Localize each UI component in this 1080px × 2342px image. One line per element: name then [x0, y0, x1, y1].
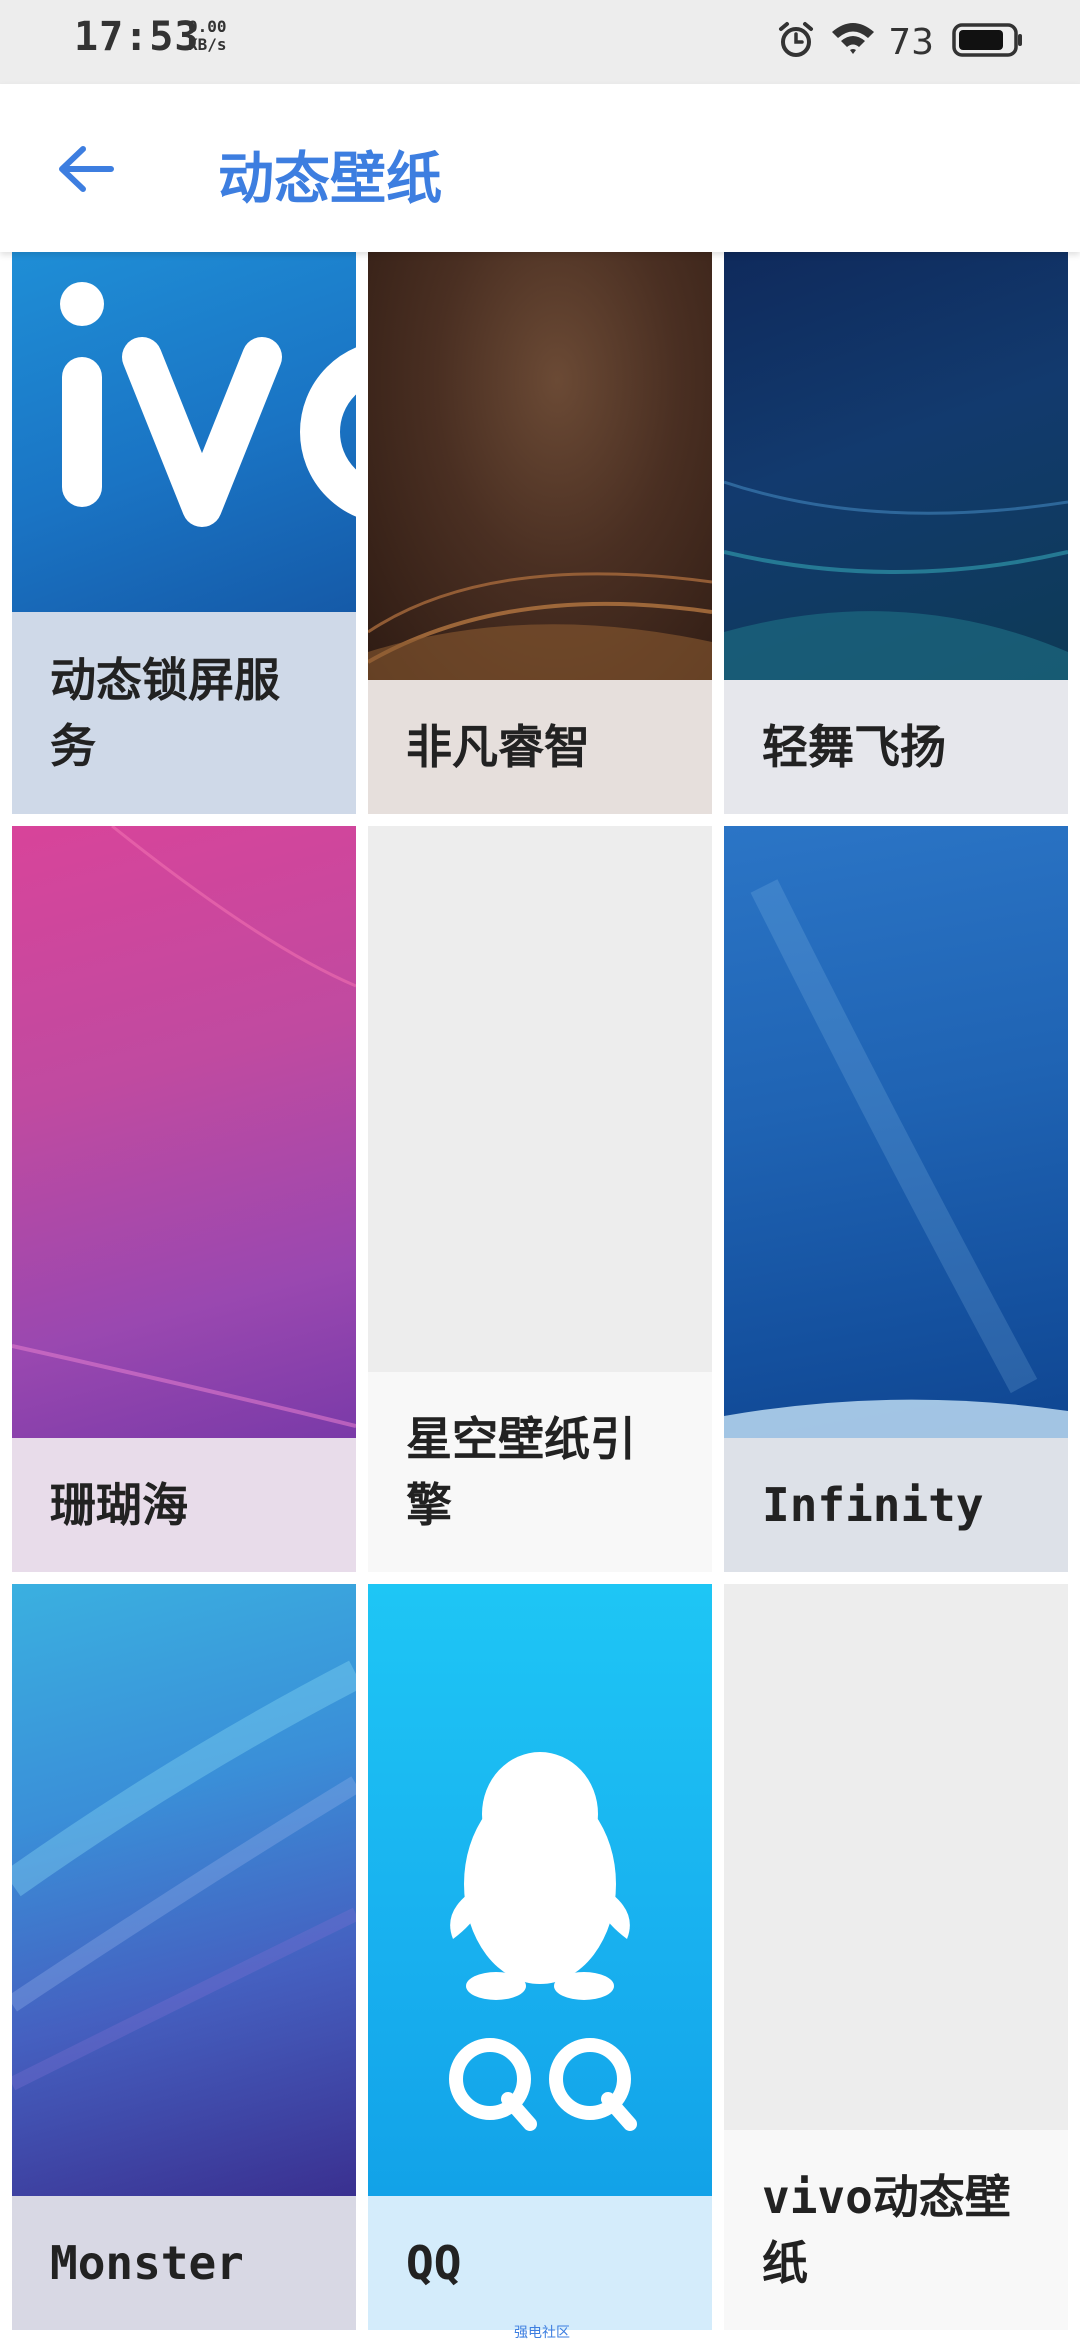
wallpaper-tile[interactable]: Infinity	[724, 826, 1068, 1572]
status-icons: 73	[776, 18, 1024, 66]
wallpaper-name: Monster	[12, 2196, 356, 2330]
wifi-icon	[830, 20, 876, 64]
network-speed-value: 0.00	[188, 17, 227, 36]
battery-icon	[952, 22, 1024, 62]
page-title: 动态壁纸	[218, 147, 442, 212]
wallpaper-name: vivo动态壁纸	[724, 2130, 1068, 2330]
wallpaper-thumbnail	[724, 826, 1068, 1438]
wallpaper-thumbnail	[724, 1584, 1068, 2130]
wallpaper-thumbnail	[368, 252, 712, 680]
wallpaper-tile[interactable]: 星空壁纸引擎	[368, 826, 712, 1572]
wallpaper-name: QQ	[368, 2196, 712, 2330]
back-button[interactable]	[50, 136, 120, 206]
alarm-icon	[776, 20, 816, 64]
wallpaper-thumbnail	[12, 252, 356, 612]
network-speed-unit: KB/s	[188, 35, 227, 54]
battery-percent: 73	[888, 21, 934, 63]
wallpaper-tile[interactable]: 非凡睿智	[368, 252, 712, 814]
wallpaper-name: Infinity	[724, 1438, 1068, 1572]
watermark: 强电社区	[514, 2325, 570, 2341]
wallpaper-tile[interactable]: 珊瑚海	[12, 826, 356, 1572]
wallpaper-thumbnail	[12, 826, 356, 1438]
wallpaper-thumbnail	[724, 252, 1068, 680]
wallpaper-name: 轻舞飞扬	[724, 680, 1068, 814]
network-speed: 0.00 KB/s	[188, 18, 227, 54]
wallpaper-tile[interactable]: Monster	[12, 1584, 356, 2330]
arrow-left-icon	[55, 144, 115, 198]
wallpaper-thumbnail	[368, 826, 712, 1372]
wallpaper-thumbnail	[368, 1584, 712, 2196]
app-header: 动态壁纸	[0, 84, 1080, 252]
qq-penguin-icon	[449, 1752, 637, 2131]
wallpaper-tile[interactable]: QQ	[368, 1584, 712, 2330]
wallpaper-thumbnail	[12, 1584, 356, 2196]
wallpaper-name: 动态锁屏服务	[12, 612, 356, 814]
status-bar: 17:53 0.00 KB/s 73	[0, 0, 1080, 84]
wallpaper-tile[interactable]: vivo动态壁纸	[724, 1584, 1068, 2330]
wallpaper-tile[interactable]: 轻舞飞扬	[724, 252, 1068, 814]
status-time: 17:53	[74, 14, 200, 60]
wallpaper-name: 非凡睿智	[368, 680, 712, 814]
wallpaper-name: 星空壁纸引擎	[368, 1372, 712, 1572]
wallpaper-name: 珊瑚海	[12, 1438, 356, 1572]
wallpaper-tile[interactable]: 动态锁屏服务	[12, 252, 356, 814]
vivo-logo-icon	[60, 282, 356, 527]
